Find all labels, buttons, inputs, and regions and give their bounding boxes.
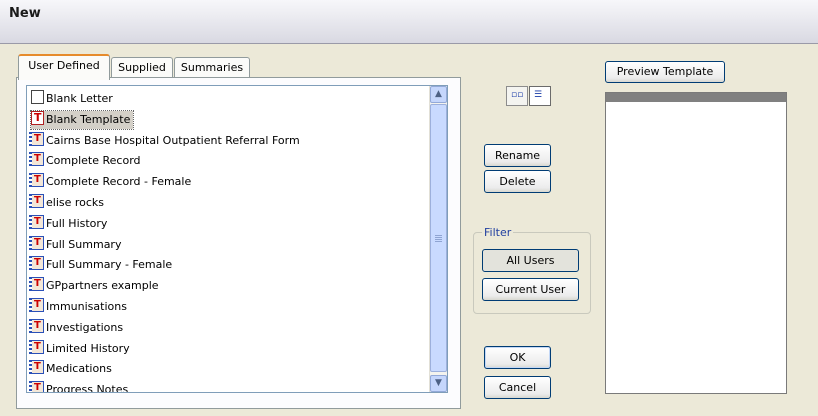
template-stack-icon bbox=[29, 234, 44, 252]
list-view-icon: ☰ bbox=[534, 90, 543, 100]
list-item-label: Complete Record - Female bbox=[46, 175, 192, 189]
list-item[interactable]: Full Summary - Female bbox=[29, 254, 175, 274]
list-item[interactable]: elise rocks bbox=[29, 192, 107, 212]
template-stack-icon bbox=[29, 254, 44, 272]
document-icon bbox=[31, 90, 44, 104]
current-user-button[interactable]: Current User bbox=[482, 278, 579, 301]
list-item-label: Full Summary bbox=[46, 237, 122, 251]
list-item-label: GPpartners example bbox=[46, 279, 159, 293]
list-item-label: Cairns Base Hospital Outpatient Referral… bbox=[46, 133, 300, 147]
list-item[interactable]: Medications bbox=[29, 358, 115, 378]
large-icons-view-button[interactable]: ▫▫ bbox=[506, 86, 528, 106]
template-icon bbox=[31, 109, 44, 127]
list-item[interactable]: GPpartners example bbox=[29, 275, 162, 295]
list-view-button[interactable]: ☰ bbox=[529, 86, 551, 106]
list-item-label: Investigations bbox=[46, 320, 124, 334]
cancel-button[interactable]: Cancel bbox=[484, 376, 551, 399]
list-item-label: Full Summary - Female bbox=[46, 258, 173, 272]
delete-button[interactable]: Delete bbox=[484, 170, 551, 193]
ok-button[interactable]: OK bbox=[484, 346, 551, 369]
list-item[interactable]: Investigations bbox=[29, 317, 126, 337]
tab-user-defined[interactable]: User Defined bbox=[18, 54, 110, 80]
list-item-label: Blank Letter bbox=[46, 92, 113, 105]
list-item-label: Medications bbox=[46, 362, 112, 376]
template-stack-icon bbox=[29, 150, 44, 168]
template-stack-icon bbox=[29, 171, 44, 189]
template-stack-icon bbox=[29, 213, 44, 231]
template-preview-pane bbox=[605, 92, 787, 394]
large-icons-view-icon: ▫▫ bbox=[511, 90, 524, 100]
list-item[interactable]: Complete Record - Female bbox=[29, 171, 194, 191]
template-stack-icon bbox=[29, 296, 44, 314]
scroll-thumb[interactable] bbox=[430, 104, 447, 372]
list-item[interactable]: Blank Template bbox=[29, 109, 135, 130]
list-item[interactable]: Blank Letter bbox=[31, 90, 116, 108]
list-item-label: Progress Notes bbox=[46, 383, 129, 393]
list-item[interactable]: Full History bbox=[29, 213, 110, 233]
tab-summaries[interactable]: Summaries bbox=[174, 57, 250, 78]
all-users-button[interactable]: All Users bbox=[482, 249, 579, 272]
template-stack-icon bbox=[29, 379, 44, 392]
list-item-label: Blank Template bbox=[46, 112, 131, 126]
preview-template-button[interactable]: Preview Template bbox=[605, 61, 725, 83]
list-item[interactable]: Cairns Base Hospital Outpatient Referral… bbox=[29, 130, 303, 150]
list-scrollbar[interactable]: ▲ ▼ bbox=[429, 86, 447, 392]
list-item[interactable]: Progress Notes bbox=[29, 379, 131, 393]
rename-button[interactable]: Rename bbox=[484, 144, 551, 167]
list-item-label: Full History bbox=[46, 216, 108, 230]
tab-supplied[interactable]: Supplied bbox=[111, 57, 173, 78]
scroll-down-button[interactable]: ▼ bbox=[430, 375, 447, 392]
list-item-label: elise rocks bbox=[46, 196, 105, 209]
list-item[interactable]: Full Summary bbox=[29, 234, 124, 254]
list-item-label: Complete Record bbox=[46, 154, 141, 168]
template-stack-icon bbox=[29, 338, 44, 356]
window-title: New bbox=[9, 6, 41, 21]
template-list[interactable]: Blank Letter Blank Template Cairns Base Ho… bbox=[26, 85, 448, 393]
template-stack-icon bbox=[29, 192, 44, 210]
template-stack-icon bbox=[29, 275, 44, 293]
filter-legend: Filter bbox=[482, 226, 514, 239]
list-item[interactable]: Complete Record bbox=[29, 150, 144, 170]
preview-header-bar bbox=[606, 93, 786, 102]
template-stack-icon bbox=[29, 358, 44, 376]
list-item-label: Immunisations bbox=[46, 300, 127, 313]
template-stack-icon bbox=[29, 130, 44, 148]
title-bar: New bbox=[0, 0, 818, 44]
list-item-label: Limited History bbox=[46, 341, 130, 355]
filter-group bbox=[473, 232, 591, 314]
scroll-up-button[interactable]: ▲ bbox=[430, 86, 447, 103]
list-item[interactable]: Immunisations bbox=[29, 296, 130, 316]
template-stack-icon bbox=[29, 317, 44, 335]
list-item[interactable]: Limited History bbox=[29, 338, 133, 358]
